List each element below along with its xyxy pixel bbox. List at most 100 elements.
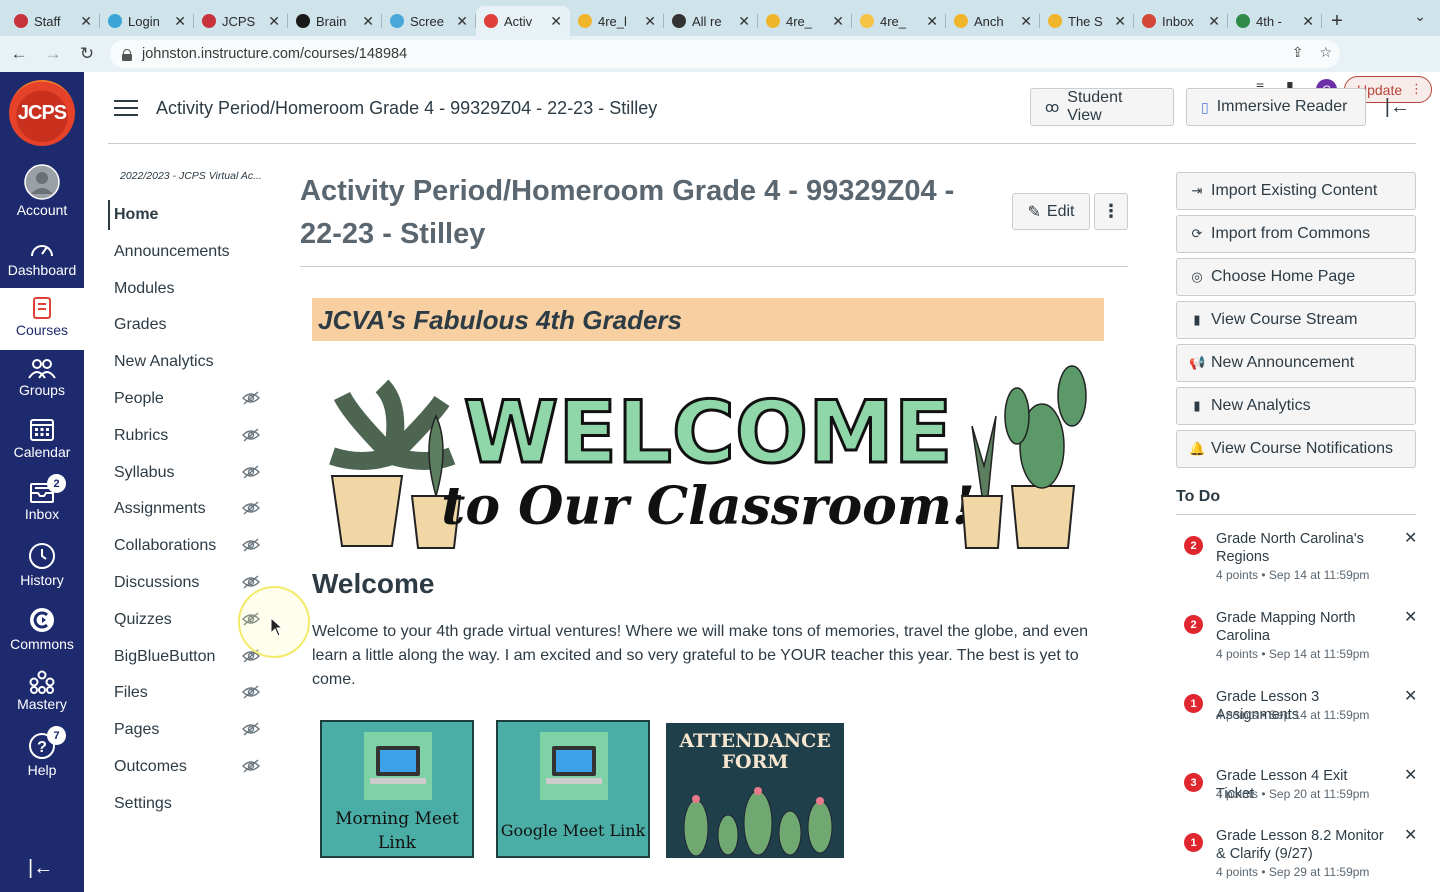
attendance-form-tile[interactable]: ATTENDANCE FORM xyxy=(666,723,844,858)
tab-search-chevron-icon[interactable]: ⌄ xyxy=(1414,8,1426,25)
browser-tab[interactable]: Scree ✕ xyxy=(382,6,476,36)
tab-close-icon[interactable]: ✕ xyxy=(80,13,92,30)
course-nav-item-outcomes[interactable]: Outcomes xyxy=(108,752,268,782)
global-nav-courses[interactable]: Courses xyxy=(0,288,84,350)
page-banner: JCVA's Fabulous 4th Graders xyxy=(312,298,1104,341)
tab-close-icon[interactable]: ✕ xyxy=(550,13,562,30)
more-options-icon[interactable]: ⋮ xyxy=(1094,193,1128,230)
global-nav-groups[interactable]: Groups xyxy=(0,358,84,408)
tab-close-icon[interactable]: ✕ xyxy=(832,13,844,30)
forward-arrow-icon[interactable]: → xyxy=(38,39,68,69)
tab-close-icon[interactable]: ✕ xyxy=(1114,13,1126,30)
course-nav-item-syllabus[interactable]: Syllabus xyxy=(108,458,268,488)
browser-tab[interactable]: 4re_ ✕ xyxy=(852,6,946,36)
view-course-stream-button[interactable]: ▮ View Course Stream xyxy=(1176,301,1416,339)
course-nav-item-files[interactable]: Files xyxy=(108,678,268,708)
course-nav-item-rubrics[interactable]: Rubrics xyxy=(108,421,268,451)
todo-count-badge: 1 xyxy=(1184,833,1203,852)
global-nav-history[interactable]: History xyxy=(0,542,84,594)
view-course-notifications-button[interactable]: 🔔 View Course Notifications xyxy=(1176,430,1416,468)
immersive-reader-icon: ▯ xyxy=(1201,98,1209,115)
new-tab-button[interactable]: + xyxy=(1322,6,1352,36)
hamburger-menu-icon[interactable] xyxy=(114,100,138,116)
global-nav-commons[interactable]: Commons xyxy=(0,606,84,658)
course-nav-item-quizzes[interactable]: Quizzes xyxy=(108,605,268,635)
dismiss-close-icon[interactable]: ✕ xyxy=(1404,528,1417,548)
global-nav-help[interactable]: ? Help 7 xyxy=(0,726,84,784)
course-nav-item-collaborations[interactable]: Collaborations xyxy=(108,531,268,561)
browser-tab[interactable]: Staff ✕ xyxy=(6,6,100,36)
tab-close-icon[interactable]: ✕ xyxy=(738,13,750,30)
hidden-eye-icon xyxy=(242,759,260,773)
course-nav-item-announcements[interactable]: Announcements xyxy=(108,237,268,267)
browser-tab[interactable]: Brain ✕ xyxy=(288,6,382,36)
dismiss-close-icon[interactable]: ✕ xyxy=(1404,607,1417,627)
course-nav-item-bigbluebutton[interactable]: BigBlueButton xyxy=(108,642,268,672)
collapse-nav-icon[interactable]: |← xyxy=(28,857,53,880)
google-meet-link-tile[interactable]: Google Meet Link xyxy=(496,720,650,860)
global-nav-account[interactable]: Account xyxy=(0,164,84,226)
morning-meet-link-tile[interactable]: Morning Meet Link xyxy=(320,720,474,860)
dismiss-close-icon[interactable]: ✕ xyxy=(1404,686,1417,706)
commons-icon xyxy=(30,608,54,632)
breadcrumb[interactable]: Activity Period/Homeroom Grade 4 - 99329… xyxy=(156,98,657,119)
browser-tab[interactable]: Activ ✕ xyxy=(476,6,570,36)
todo-title-link[interactable]: Grade Mapping North Carolina xyxy=(1216,609,1386,645)
back-arrow-icon[interactable]: ← xyxy=(4,39,34,69)
dismiss-close-icon[interactable]: ✕ xyxy=(1404,765,1417,785)
reload-icon[interactable]: ↻ xyxy=(72,39,102,69)
import-from-commons-button[interactable]: ⟳ Import from Commons xyxy=(1176,215,1416,253)
browser-tab[interactable]: The S ✕ xyxy=(1040,6,1134,36)
jcps-logo[interactable]: JCPS xyxy=(9,80,75,146)
global-nav-inbox[interactable]: Inbox 2 xyxy=(0,474,84,530)
tab-close-icon[interactable]: ✕ xyxy=(268,13,280,30)
tab-close-icon[interactable]: ✕ xyxy=(456,13,468,30)
todo-title-link[interactable]: Grade North Carolina's Regions xyxy=(1216,530,1386,566)
course-nav-item-assignments[interactable]: Assignments xyxy=(108,494,268,524)
tab-close-icon[interactable]: ✕ xyxy=(174,13,186,30)
course-nav-item-pages[interactable]: Pages xyxy=(108,715,268,745)
page-title: Activity Period/Homeroom Grade 4 - 99329… xyxy=(300,175,955,250)
share-icon[interactable]: ⇪ xyxy=(1292,44,1304,61)
tab-close-icon[interactable]: ✕ xyxy=(644,13,656,30)
browser-tab[interactable]: JCPS ✕ xyxy=(194,6,288,36)
tab-favicon-icon xyxy=(954,14,968,28)
student-view-button[interactable]: ꝏ Student View xyxy=(1030,88,1174,126)
new-announcement-button[interactable]: 📢 New Announcement xyxy=(1176,344,1416,382)
import-existing-content-button[interactable]: ⇥ Import Existing Content xyxy=(1176,172,1416,210)
browser-tab[interactable]: 4th - ✕ xyxy=(1228,6,1322,36)
browser-tab[interactable]: 4re_l ✕ xyxy=(570,6,664,36)
immersive-reader-button[interactable]: ▯ Immersive Reader xyxy=(1186,88,1366,126)
course-nav-item-grades[interactable]: Grades xyxy=(108,310,268,340)
course-nav-item-modules[interactable]: Modules xyxy=(108,274,268,304)
tab-close-icon[interactable]: ✕ xyxy=(1020,13,1032,30)
tab-close-icon[interactable]: ✕ xyxy=(926,13,938,30)
sidebar-button-label: View Course Notifications xyxy=(1211,440,1394,457)
global-nav-dashboard[interactable]: Dashboard xyxy=(0,238,84,288)
bookmark-star-icon[interactable]: ☆ xyxy=(1319,44,1332,61)
tab-label: Scree xyxy=(410,13,444,29)
course-nav-item-people[interactable]: People xyxy=(108,384,268,414)
choose-home-page-button[interactable]: ◎ Choose Home Page xyxy=(1176,258,1416,296)
tab-close-icon[interactable]: ✕ xyxy=(362,13,374,30)
todo-heading: To Do xyxy=(1176,488,1416,515)
browser-tab[interactable]: All re ✕ xyxy=(664,6,758,36)
tab-close-icon[interactable]: ✕ xyxy=(1302,13,1314,30)
browser-tab[interactable]: 4re_ ✕ xyxy=(758,6,852,36)
new-analytics-button[interactable]: ▮ New Analytics xyxy=(1176,387,1416,425)
edit-button[interactable]: ✎ Edit xyxy=(1012,193,1090,230)
global-nav-calendar[interactable]: Calendar xyxy=(0,416,84,468)
browser-tab[interactable]: Inbox ✕ xyxy=(1134,6,1228,36)
browser-tab[interactable]: Login ✕ xyxy=(100,6,194,36)
course-nav-item-home[interactable]: Home xyxy=(108,200,268,230)
course-nav-item-discussions[interactable]: Discussions xyxy=(108,568,268,598)
tab-close-icon[interactable]: ✕ xyxy=(1208,13,1220,30)
collapse-sidebar-icon[interactable]: |← xyxy=(1385,96,1410,119)
browser-tab[interactable]: Anch ✕ xyxy=(946,6,1040,36)
course-nav-item-settings[interactable]: Settings xyxy=(108,789,268,819)
global-nav-mastery[interactable]: Mastery xyxy=(0,670,84,722)
course-nav-item-new-analytics[interactable]: New Analytics xyxy=(108,347,268,377)
dismiss-close-icon[interactable]: ✕ xyxy=(1404,825,1417,845)
todo-title-link[interactable]: Grade Lesson 8.2 Monitor & Clarify (9/27… xyxy=(1216,827,1386,863)
address-bar[interactable]: johnston.instructure.com/courses/148984 … xyxy=(110,40,1340,68)
